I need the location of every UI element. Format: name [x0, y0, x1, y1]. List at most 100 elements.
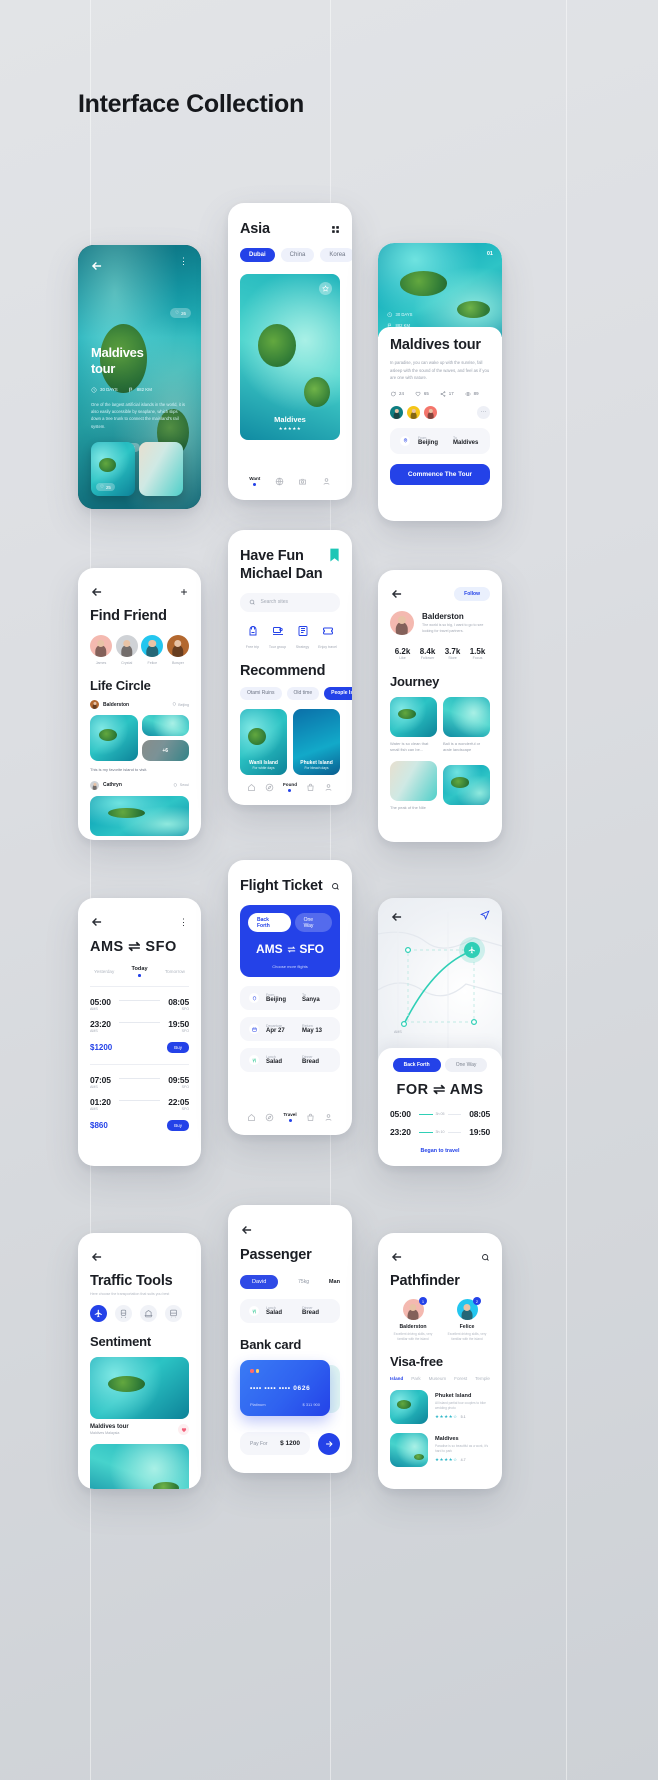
nav-item-want[interactable]: Want — [249, 476, 260, 486]
home-icon[interactable] — [247, 1113, 256, 1122]
thumbnail-card-2[interactable] — [139, 442, 183, 496]
sentiment-photo-2[interactable] — [90, 1444, 189, 1489]
nav-item-travel[interactable]: Travel — [283, 1112, 297, 1122]
pay-confirm-button[interactable] — [318, 1432, 340, 1455]
nav-item-found[interactable]: Found — [283, 782, 297, 792]
back-button[interactable] — [90, 915, 104, 929]
view-stat[interactable]: 89 — [464, 391, 479, 397]
post-photo[interactable] — [90, 715, 138, 761]
tab-tomorrow[interactable]: Tomorrow — [165, 969, 185, 974]
journey-photo[interactable] — [390, 760, 437, 801]
back-button[interactable] — [240, 1223, 254, 1237]
tab-forest[interactable]: Forest — [454, 1376, 467, 1381]
friend-item[interactable]: James — [90, 635, 112, 665]
tab-today[interactable]: Today — [132, 966, 148, 977]
category-strategy[interactable]: Strategy — [290, 624, 315, 649]
comment-stat[interactable]: 24 — [390, 391, 404, 397]
back-button[interactable] — [90, 585, 104, 599]
category-tour-group[interactable]: Tour group — [265, 624, 290, 649]
seg-one-way[interactable]: One Way — [444, 1058, 488, 1072]
category-enjoy-travel[interactable]: Enjoy travel — [315, 624, 340, 649]
back-button[interactable] — [390, 910, 404, 924]
bookmark-icon[interactable] — [329, 548, 340, 563]
tab-museum[interactable]: Museum — [429, 1376, 447, 1381]
bag-icon[interactable] — [306, 1113, 315, 1122]
recommend-card-1[interactable]: Wanli Island For white days — [240, 708, 287, 775]
search-icon[interactable] — [481, 1253, 490, 1262]
globe-icon[interactable] — [275, 477, 284, 486]
tag-otami-ruins[interactable]: Otami Ruins — [240, 686, 282, 700]
tool-plane[interactable] — [90, 1305, 107, 1322]
friend-item[interactable]: Crystal — [115, 635, 138, 665]
began-to-travel-button[interactable]: Began to travel — [390, 1148, 490, 1154]
compass-icon[interactable] — [265, 783, 274, 792]
user-icon[interactable] — [322, 477, 331, 486]
commence-tour-button[interactable]: Commence The Tour — [390, 463, 490, 485]
route-selector[interactable]: From Beijing To Sanya — [240, 986, 340, 1010]
send-icon[interactable] — [480, 910, 490, 920]
choose-more-flights[interactable]: Choose more flights — [248, 964, 332, 969]
back-button[interactable] — [90, 1250, 104, 1264]
recommend-card-2[interactable]: Phuket Island For bleach days — [293, 708, 340, 775]
friend-item[interactable]: Felice — [141, 635, 164, 665]
guide-card-1[interactable]: 1 Balderston Excellent driving skills, v… — [391, 1297, 435, 1342]
sentiment-photo-1[interactable] — [90, 1357, 189, 1419]
heart-icon[interactable] — [178, 1424, 189, 1435]
avatar[interactable] — [424, 405, 437, 419]
tab-yesterday[interactable]: Yesterday — [94, 969, 114, 974]
more-vertical-icon[interactable]: ⋮ — [179, 257, 189, 266]
back-button[interactable] — [90, 259, 104, 273]
plus-icon[interactable] — [179, 587, 189, 597]
date-selector[interactable]: Departure Apr 27 Return May 13 — [240, 1017, 340, 1041]
compass-icon[interactable] — [265, 1113, 274, 1122]
post-photo-more[interactable]: +6 — [141, 740, 189, 761]
tool-train[interactable] — [115, 1305, 132, 1322]
back-button[interactable] — [390, 587, 404, 601]
map-flight-row[interactable]: 05:00 3h 05 08:05 — [390, 1109, 490, 1119]
avatar[interactable] — [390, 405, 403, 419]
thumbnail-card-1[interactable]: ♡ 25 — [91, 442, 135, 496]
post-photo[interactable] — [141, 715, 189, 736]
more-vertical-icon[interactable]: ⋮ — [179, 918, 189, 927]
category-free-trip[interactable]: Free trip — [240, 624, 265, 649]
visa-item-2[interactable]: Maldives Paradise is so beautiful as a w… — [390, 1432, 490, 1467]
tool-ship[interactable] — [140, 1305, 157, 1322]
filter-pill-korea[interactable]: Korea — [320, 248, 352, 262]
tab-island[interactable]: Island — [390, 1376, 403, 1381]
swap-icon[interactable] — [286, 944, 297, 955]
meal-selector[interactable]: Lunch Salad Dinner Bread — [240, 1048, 340, 1072]
filter-pill-dubai[interactable]: Dubai — [240, 248, 275, 262]
bank-card-front[interactable]: •••• •••• •••• 0626 Platinum $ 311 900 — [240, 1360, 330, 1416]
buy-button-1[interactable]: Buy — [167, 1041, 189, 1053]
search-icon[interactable] — [331, 882, 340, 891]
guide-card-2[interactable]: 2 Felice Excellent driving skills, very … — [445, 1297, 489, 1342]
ellipsis-icon[interactable]: ··· — [477, 405, 490, 419]
journey-photo[interactable] — [443, 765, 490, 806]
friend-item[interactable]: Bowyer — [166, 635, 189, 665]
passenger-meal[interactable]: Lunch Salad Dinner Bread — [240, 1299, 340, 1323]
user-icon[interactable] — [324, 1113, 333, 1122]
camera-icon[interactable] — [298, 477, 307, 486]
back-button[interactable] — [390, 1250, 404, 1264]
flight-group-2[interactable]: 07:05 AMS 09:55 SFO 01:20 AMS 22:05 SFO … — [90, 1075, 189, 1131]
tag-old-time[interactable]: Old time — [286, 686, 320, 700]
seg-back-forth[interactable]: Back Forth — [248, 913, 291, 932]
asia-feature-card[interactable]: Maldives ★★★★★ — [240, 274, 340, 440]
tool-bus[interactable] — [165, 1305, 182, 1322]
filter-pill-china[interactable]: China — [280, 248, 315, 262]
tag-people-island[interactable]: People Island — [324, 686, 352, 700]
avatar[interactable] — [407, 405, 420, 419]
journey-photo[interactable] — [390, 697, 437, 737]
seg-one-way[interactable]: One Way — [294, 913, 332, 932]
grid-icon[interactable] — [331, 225, 340, 234]
post-photo[interactable] — [90, 795, 189, 836]
buy-button-2[interactable]: Buy — [167, 1119, 189, 1131]
bag-icon[interactable] — [306, 783, 315, 792]
route-card[interactable]: From Beijing To Maldives — [390, 427, 490, 454]
seg-back-forth[interactable]: Back Forth — [392, 1058, 441, 1072]
share-stat[interactable]: 17 — [440, 391, 454, 397]
map-flight-row[interactable]: 23:20 3h 10 19:50 — [390, 1127, 490, 1137]
like-stat[interactable]: 65 — [415, 391, 429, 397]
follow-button[interactable]: Follow — [454, 587, 490, 601]
search-input[interactable]: Search sites — [240, 593, 340, 612]
